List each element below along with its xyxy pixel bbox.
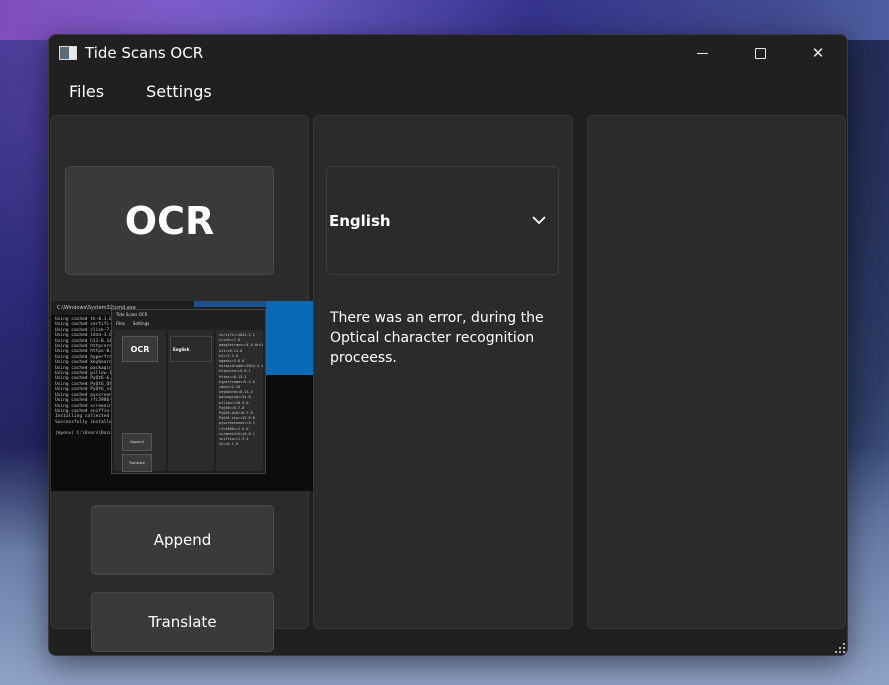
window-title: Tide Scans OCR	[85, 44, 204, 62]
menu-files[interactable]: Files	[69, 82, 104, 101]
app-window: Tide Scans OCR ✕ Files Settings OCR C:\W…	[48, 34, 848, 656]
chevron-down-icon	[524, 206, 554, 236]
mini-translate-button: Translate	[122, 454, 152, 472]
maximize-icon	[754, 47, 766, 59]
minimize-icon	[696, 52, 708, 54]
mini-append-button: Append	[122, 433, 152, 451]
mini-menu: Files Settings	[116, 321, 150, 326]
mini-left-panel: OCR Append Translate	[114, 330, 166, 472]
mini-right-line: pyscreenshot==3.1	[219, 421, 255, 426]
mini-language: English	[170, 336, 212, 362]
mini-right-line: tk==0.1.0	[219, 442, 238, 447]
resize-grip-icon[interactable]	[833, 641, 845, 653]
append-button[interactable]: Append	[91, 505, 274, 575]
mini-right-panel: certifi==2024.2.2 click==7.0 googletrans==…	[216, 330, 263, 471]
mini-right-line: googletrans==4.0.0rc1	[219, 343, 264, 348]
ocr-button[interactable]: OCR	[65, 166, 274, 275]
minimize-button[interactable]	[673, 35, 731, 71]
language-value: English	[329, 211, 391, 230]
window-controls: ✕	[673, 35, 847, 71]
language-dropdown[interactable]: English	[326, 166, 559, 275]
mini-title: Tide Scans OCR	[116, 312, 148, 317]
menu-bar: Files Settings	[49, 71, 847, 111]
mini-middle-panel: English	[168, 330, 214, 471]
title-bar[interactable]: Tide Scans OCR ✕	[49, 35, 847, 71]
middle-panel: English There was an error, during the O…	[313, 115, 573, 629]
menu-settings[interactable]: Settings	[146, 82, 212, 101]
translate-button[interactable]: Translate	[91, 592, 274, 652]
maximize-button[interactable]	[731, 35, 789, 71]
mini-ocr-button: OCR	[122, 336, 158, 362]
app-icon	[59, 46, 77, 60]
ocr-output-text: There was an error, during the Optical c…	[330, 310, 544, 366]
main-content: OCR C:\Windows\System32\cmd.exe Using ca…	[49, 113, 847, 652]
editor-accent	[266, 301, 314, 375]
left-panel: OCR C:\Windows\System32\cmd.exe Using ca…	[50, 115, 314, 652]
close-button[interactable]: ✕	[789, 35, 847, 71]
right-panel	[587, 115, 846, 629]
mini-app-window: Tide Scans OCR Files Settings OCR Append…	[111, 309, 266, 474]
screenshot-preview: C:\Windows\System32\cmd.exe Using cached…	[51, 301, 314, 491]
close-icon: ✕	[811, 44, 825, 62]
